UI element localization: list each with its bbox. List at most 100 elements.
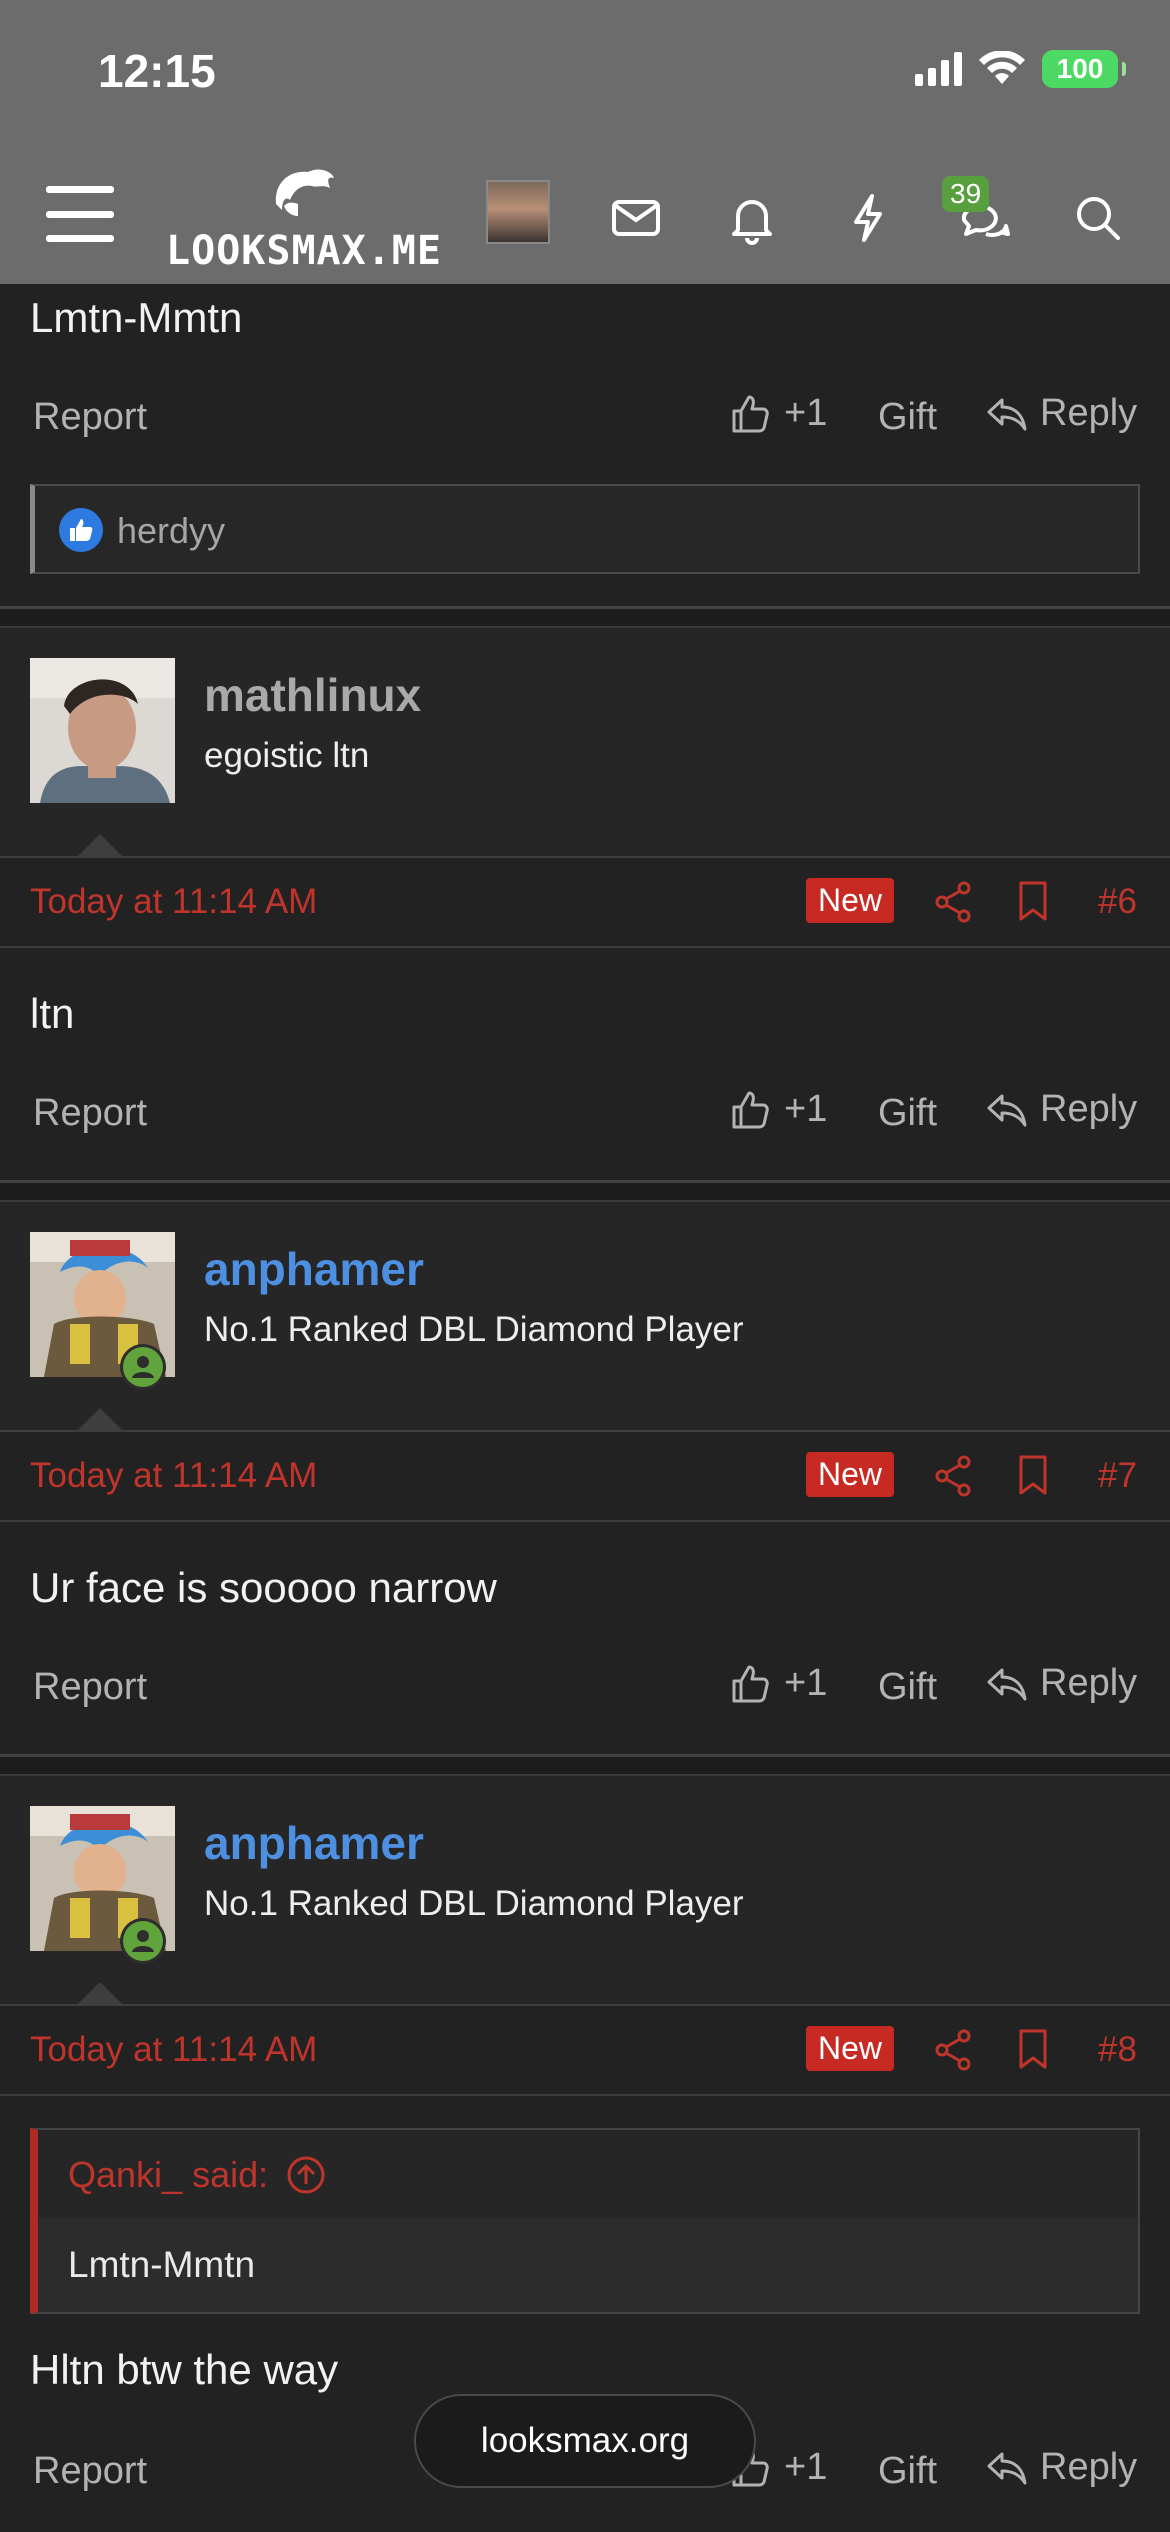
reply-icon: [987, 1094, 1027, 1126]
report-link[interactable]: Report: [33, 2450, 147, 2493]
gift-link[interactable]: Gift: [878, 1092, 937, 1135]
post-separator: [0, 1180, 1170, 1202]
menu-icon[interactable]: [46, 186, 114, 242]
post-actions: Report +1 Gift Reply: [0, 1656, 1170, 1726]
bell-icon[interactable]: [724, 190, 780, 246]
conversations-badge: 39: [942, 176, 990, 212]
post-meta: Today at 11:14 AM New #6: [0, 858, 1170, 948]
username[interactable]: anphamer: [204, 1816, 424, 1870]
search-icon[interactable]: [1070, 190, 1126, 246]
post-meta: Today at 11:14 AM New #8: [0, 2006, 1170, 2096]
battery-indicator: 100: [1042, 50, 1126, 88]
user-title: egoistic ltn: [204, 736, 370, 775]
reply-button[interactable]: Reply: [986, 1662, 1137, 1705]
post-timestamp[interactable]: Today at 11:14 AM: [30, 1456, 317, 1496]
reply-label: Reply: [1040, 1088, 1138, 1130]
mail-icon[interactable]: [608, 190, 664, 246]
like-reaction-icon: [59, 508, 103, 552]
like-button[interactable]: +1: [730, 392, 827, 435]
share-icon[interactable]: [934, 2028, 974, 2072]
quote-text: Lmtn-Mmtn: [68, 2244, 256, 2285]
arrow-up-circle-icon: [287, 2156, 325, 2194]
like-button[interactable]: +1: [730, 1088, 827, 1131]
user-title: No.1 Ranked DBL Diamond Player: [204, 1884, 744, 1923]
like-label: +1: [784, 1088, 828, 1130]
like-label: +1: [784, 2446, 828, 2488]
post-pointer: [76, 1982, 124, 2006]
report-link[interactable]: Report: [33, 1666, 147, 1709]
reaction-username[interactable]: herdyy: [117, 510, 225, 552]
user-avatar[interactable]: [30, 658, 175, 803]
gift-link[interactable]: Gift: [878, 396, 937, 439]
post-timestamp[interactable]: Today at 11:14 AM: [30, 882, 317, 922]
post-actions: Report +1 Gift Reply: [0, 1082, 1170, 1152]
reply-icon: [987, 398, 1027, 430]
share-icon[interactable]: [934, 880, 974, 924]
report-link[interactable]: Report: [33, 1092, 147, 1135]
post-number[interactable]: #7: [1098, 1456, 1137, 1496]
post-pointer: [76, 1408, 124, 1432]
username[interactable]: anphamer: [204, 1242, 424, 1296]
report-link[interactable]: Report: [33, 396, 147, 439]
gift-link[interactable]: Gift: [878, 1666, 937, 1709]
user-avatar-image: [30, 658, 175, 803]
bookmark-icon[interactable]: [1016, 2028, 1050, 2070]
reply-label: Reply: [1040, 2446, 1138, 2488]
site-logo[interactable]: LOOKSMAX.ME: [166, 160, 442, 274]
reply-label: Reply: [1040, 392, 1138, 434]
quote-body: Lmtn-Mmtn: [38, 2218, 1138, 2312]
post-number[interactable]: #8: [1098, 2030, 1137, 2070]
online-status-icon: [120, 1344, 166, 1390]
share-icon[interactable]: [934, 1454, 974, 1498]
reply-icon: [987, 1668, 1027, 1700]
post-text: Hltn btw the way: [30, 2346, 339, 2393]
top-header: 12:15 100 LOOKSMAX.ME 39: [0, 0, 1170, 284]
new-badge: New: [806, 1452, 895, 1497]
reply-button[interactable]: Reply: [986, 1088, 1137, 1131]
post-separator: [0, 1754, 1170, 1776]
new-badge: New: [806, 2026, 895, 2071]
like-label: +1: [784, 1662, 828, 1704]
url-toast[interactable]: looksmax.org: [414, 2394, 756, 2488]
thumbs-up-icon: [732, 1665, 769, 1702]
thumbs-up-icon: [732, 395, 769, 432]
wifi-icon: [979, 51, 1025, 84]
quote-header: Qanki_ said:: [38, 2130, 1138, 2218]
post-separator: [0, 606, 1170, 628]
lightning-icon[interactable]: [840, 190, 896, 246]
quote-author-link[interactable]: Qanki_ said:: [68, 2154, 326, 2196]
username[interactable]: mathlinux: [204, 668, 421, 722]
quote-block: Qanki_ said: Lmtn-Mmtn: [30, 2128, 1140, 2314]
nav-bar: LOOKSMAX.ME 39: [0, 150, 1170, 280]
post-text: Lmtn-Mmtn: [30, 294, 243, 341]
reply-label: Reply: [1040, 1662, 1138, 1704]
like-label: +1: [784, 392, 828, 434]
like-button[interactable]: +1: [730, 1662, 827, 1705]
reply-button[interactable]: Reply: [986, 2446, 1137, 2489]
post-meta: Today at 11:14 AM New #7: [0, 1432, 1170, 1522]
signal-icon: [915, 52, 962, 86]
logo-text: LOOKSMAX.ME: [166, 228, 442, 274]
post-user-block: anphamer No.1 Ranked DBL Diamond Player: [0, 1202, 1170, 1432]
logo-hair-icon: [275, 169, 334, 216]
status-icons: 100: [915, 50, 1126, 88]
status-time: 12:15: [98, 45, 216, 97]
reply-icon: [987, 2452, 1027, 2484]
thumbs-up-icon: [732, 1091, 769, 1128]
post-pointer: [76, 834, 124, 858]
post-user-block: mathlinux egoistic ltn: [0, 628, 1170, 858]
bookmark-icon[interactable]: [1016, 880, 1050, 922]
post-text: ltn: [30, 990, 75, 1037]
post-user-block: anphamer No.1 Ranked DBL Diamond Player: [0, 1776, 1170, 2006]
user-title: No.1 Ranked DBL Diamond Player: [204, 1310, 744, 1349]
post-actions: Report +1 Gift Reply: [0, 386, 1170, 456]
post-timestamp[interactable]: Today at 11:14 AM: [30, 2030, 317, 2070]
gift-link[interactable]: Gift: [878, 2450, 937, 2493]
new-badge: New: [806, 878, 895, 923]
bookmark-icon[interactable]: [1016, 1454, 1050, 1496]
account-avatar[interactable]: [486, 180, 550, 244]
reply-button[interactable]: Reply: [986, 392, 1137, 435]
reactions-bar[interactable]: herdyy: [30, 484, 1140, 574]
online-status-icon: [120, 1918, 166, 1964]
post-number[interactable]: #6: [1098, 882, 1137, 922]
